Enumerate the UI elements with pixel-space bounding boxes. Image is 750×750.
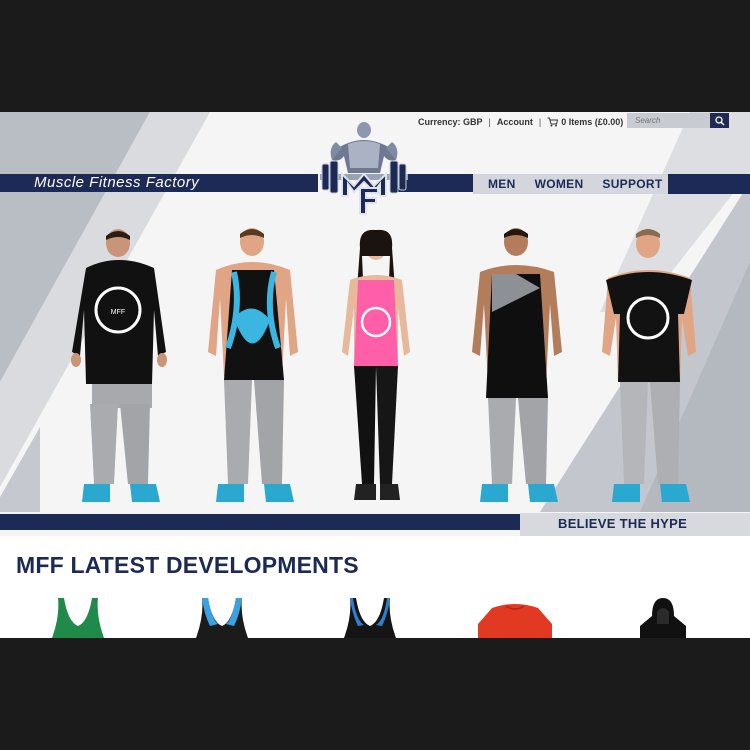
letterbox-bottom: [0, 638, 750, 750]
section-title: MFF LATEST DEVELOPMENTS: [16, 552, 359, 578]
bodybuilder-icon: [330, 122, 398, 173]
brand-logo[interactable]: [318, 118, 410, 216]
nav-men[interactable]: MEN: [488, 177, 516, 191]
currency-selector[interactable]: Currency: GBP: [418, 117, 483, 127]
hero-tagline: BELIEVE THE HYPE: [558, 516, 688, 531]
separator: |: [488, 117, 491, 127]
account-link[interactable]: Account: [497, 117, 533, 127]
product-green-stringer[interactable]: [52, 598, 104, 638]
hero-bottom-band: [0, 514, 530, 530]
website: Currency: GBP | Account | 0 Items (£0.00…: [0, 112, 750, 638]
main-nav: MEN WOMEN SUPPORT: [488, 174, 663, 194]
brand-name[interactable]: Muscle Fitness Factory: [34, 174, 199, 192]
product-black-stringer[interactable]: [344, 598, 396, 638]
product-black-hoodie[interactable]: [640, 598, 686, 638]
model-hoodie[interactable]: MFF: [70, 228, 170, 512]
model-tank-top[interactable]: [468, 228, 568, 512]
nav-women[interactable]: WOMEN: [535, 177, 584, 191]
nav-band-right: [668, 174, 750, 194]
cart-icon: [547, 117, 559, 127]
product-red-t-shirt[interactable]: [478, 598, 552, 638]
cart-link[interactable]: 0 Items (£0.00): [547, 117, 623, 127]
separator: |: [538, 117, 542, 127]
search-button[interactable]: [710, 113, 729, 128]
search-box: [627, 113, 729, 128]
product-blue-stringer[interactable]: [196, 598, 248, 638]
cart-summary: 0 Items (£0.00): [561, 117, 624, 127]
letterbox-top: [0, 0, 750, 112]
mf-monogram: [341, 171, 387, 215]
model-pink-vest[interactable]: [336, 228, 416, 512]
search-input[interactable]: [627, 116, 711, 125]
model-stringer[interactable]: [204, 228, 304, 512]
svg-text:MFF: MFF: [111, 309, 125, 316]
model-t-shirt[interactable]: [600, 228, 700, 512]
utility-bar: Currency: GBP | Account | 0 Items (£0.00…: [418, 114, 623, 130]
nav-support[interactable]: SUPPORT: [602, 177, 662, 191]
search-icon: [714, 115, 724, 125]
